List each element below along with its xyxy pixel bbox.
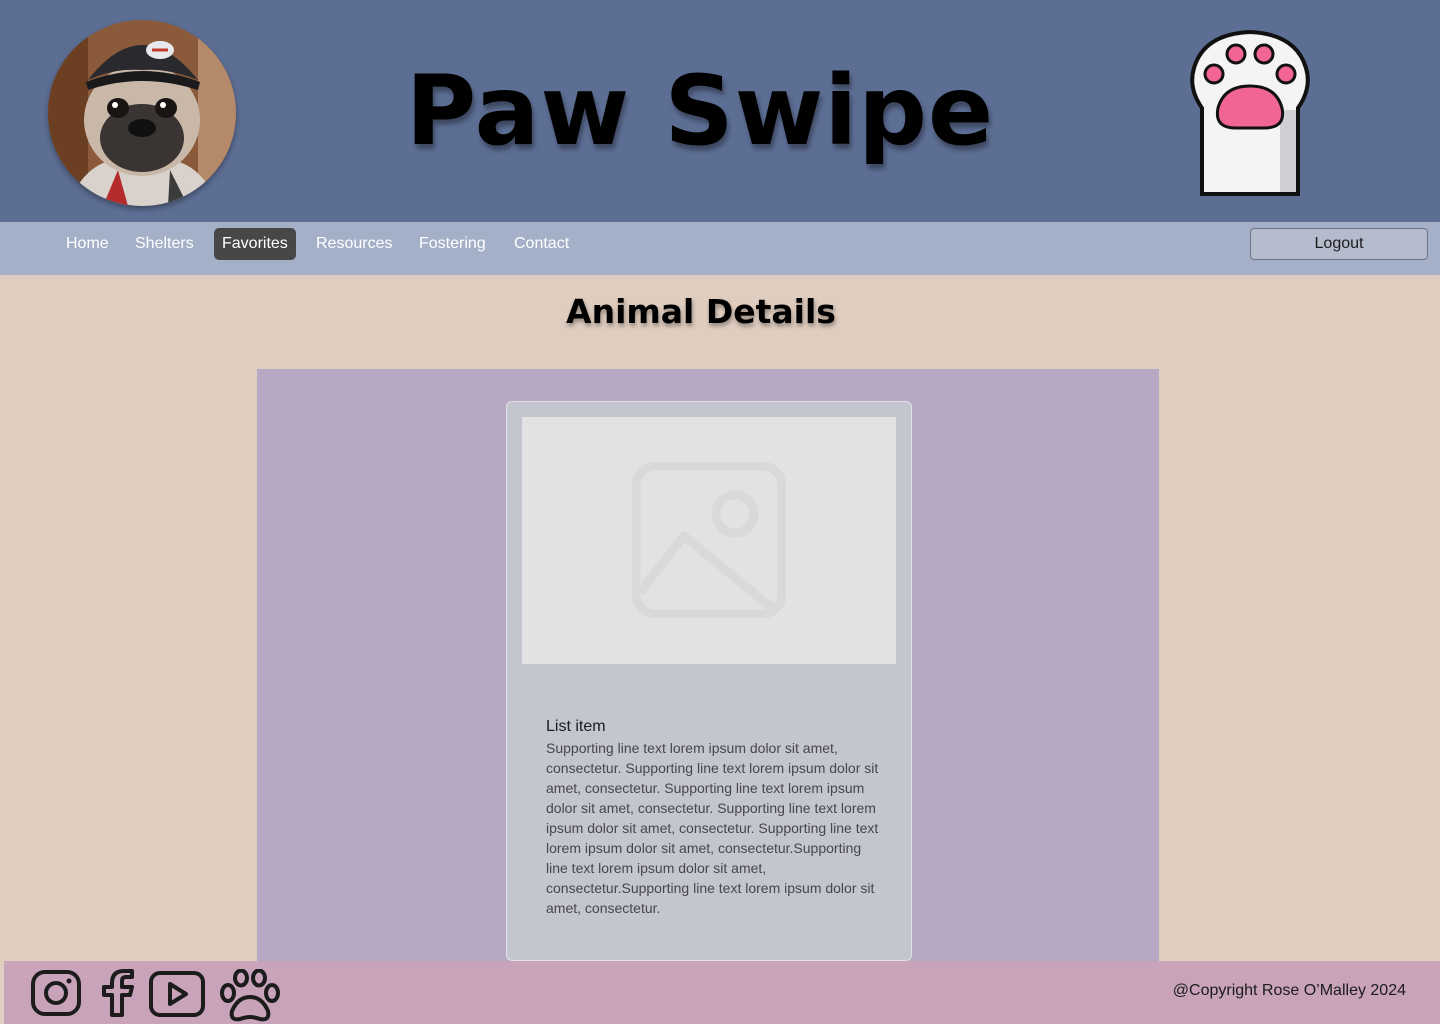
youtube-icon[interactable] xyxy=(148,969,206,1022)
page-title: Animal Details xyxy=(566,292,836,331)
logout-button[interactable]: Logout xyxy=(1250,228,1428,260)
card-heading: List item xyxy=(546,718,606,735)
main-navbar: Home Shelters Favorites Resources Foster… xyxy=(0,222,1440,275)
nav-contact[interactable]: Contact xyxy=(506,228,577,260)
nav-shelters[interactable]: Shelters xyxy=(127,228,202,260)
paw-logo-icon[interactable] xyxy=(1184,28,1316,196)
nav-fostering[interactable]: Fostering xyxy=(411,228,494,260)
nav-favorites[interactable]: Favorites xyxy=(214,228,296,260)
paw-icon[interactable] xyxy=(218,968,282,1024)
card-image xyxy=(522,417,896,664)
nav-resources[interactable]: Resources xyxy=(308,228,400,260)
site-footer: @Copyright Rose O’Malley 2024 xyxy=(4,961,1440,1024)
site-header: Paw Swipe xyxy=(0,0,1440,222)
facebook-icon[interactable] xyxy=(98,969,138,1022)
copyright-text: @Copyright Rose O’Malley 2024 xyxy=(1172,982,1406,999)
instagram-icon[interactable] xyxy=(30,969,82,1022)
card-supporting-text: Supporting line text lorem ipsum dolor s… xyxy=(546,740,879,916)
nav-home[interactable]: Home xyxy=(58,228,117,260)
image-placeholder-icon xyxy=(632,462,786,618)
animal-card[interactable]: List item Supporting line text lorem ips… xyxy=(506,401,912,961)
